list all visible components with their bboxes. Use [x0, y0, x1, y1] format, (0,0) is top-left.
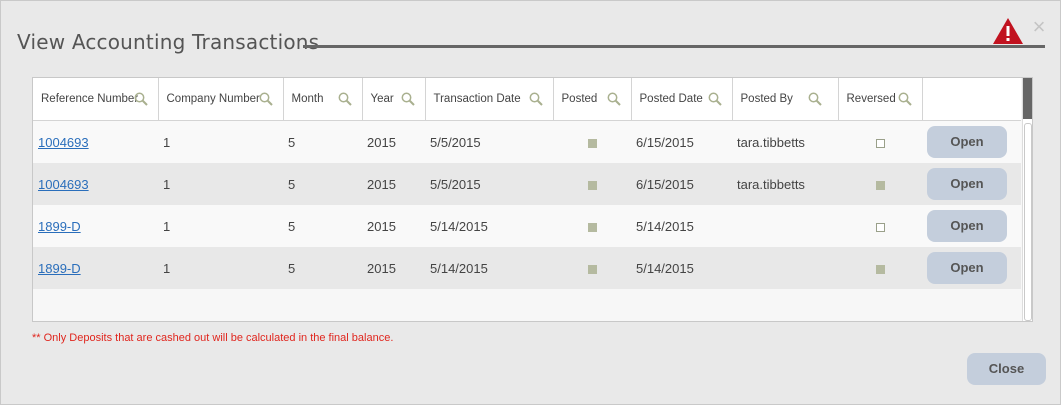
- column-label: Month: [291, 93, 324, 105]
- column-header-reference-number[interactable]: Reference Number: [33, 78, 159, 121]
- open-button[interactable]: Open: [927, 210, 1007, 242]
- reference-number-link[interactable]: 1004693: [38, 135, 89, 150]
- year-cell: 2015: [362, 205, 425, 247]
- table-row: 1899-D 1 5 2015 5/14/2015 5/14/2015 Open: [33, 205, 1021, 247]
- month-cell: 5: [283, 247, 362, 289]
- column-header-actions: [922, 78, 1021, 121]
- transactions-grid: Reference Number Company Number Month Ye…: [32, 77, 1033, 322]
- transactions-table: Reference Number Company Number Month Ye…: [33, 78, 1021, 289]
- warning-triangle-icon[interactable]: [992, 17, 1024, 45]
- company-number-cell: 1: [158, 120, 283, 163]
- reference-number-link[interactable]: 1004693: [38, 177, 89, 192]
- header-row: Reference Number Company Number Month Ye…: [33, 78, 1021, 121]
- search-icon[interactable]: [134, 92, 148, 106]
- month-cell: 5: [283, 205, 362, 247]
- posted-by-cell: tara.tibbetts: [732, 120, 838, 163]
- column-label: Reference Number: [41, 93, 139, 105]
- scrollbar-header-block: [1023, 78, 1032, 119]
- reversed-checkbox: [875, 138, 885, 148]
- dialog-title: View Accounting Transactions: [17, 30, 320, 54]
- balance-note: ** Only Deposits that are cashed out wil…: [32, 332, 394, 344]
- posted-checkbox: [587, 264, 597, 274]
- reversed-checkbox: [875, 180, 885, 190]
- table-row: 1004693 1 5 2015 5/5/2015 6/15/2015 tara…: [33, 120, 1021, 163]
- transaction-date-cell: 5/5/2015: [425, 163, 553, 205]
- company-number-cell: 1: [158, 163, 283, 205]
- search-icon[interactable]: [259, 92, 273, 106]
- reference-number-link[interactable]: 1899-D: [38, 261, 81, 276]
- posted-date-cell: 6/15/2015: [631, 120, 732, 163]
- column-label: Reversed: [846, 93, 896, 105]
- column-header-year[interactable]: Year: [362, 78, 426, 121]
- vertical-scrollbar[interactable]: [1022, 78, 1032, 321]
- posted-checkbox: [587, 138, 597, 148]
- month-cell: 5: [283, 163, 362, 205]
- search-icon[interactable]: [401, 92, 415, 106]
- transaction-date-cell: 5/14/2015: [425, 205, 553, 247]
- table-row: 1004693 1 5 2015 5/5/2015 6/15/2015 tara…: [33, 163, 1021, 205]
- posted-by-cell: tara.tibbetts: [732, 163, 838, 205]
- year-cell: 2015: [362, 163, 425, 205]
- company-number-cell: 1: [158, 247, 283, 289]
- accounting-transactions-dialog: View Accounting Transactions × Reference…: [0, 0, 1061, 405]
- posted-checkbox: [587, 180, 597, 190]
- column-header-reversed[interactable]: Reversed: [838, 78, 923, 121]
- open-button[interactable]: Open: [927, 252, 1007, 284]
- search-icon[interactable]: [808, 92, 822, 106]
- search-icon[interactable]: [607, 92, 621, 106]
- close-icon[interactable]: ×: [1029, 16, 1049, 38]
- year-cell: 2015: [362, 120, 425, 163]
- reversed-checkbox: [875, 222, 885, 232]
- column-header-transaction-date[interactable]: Transaction Date: [425, 78, 554, 121]
- posted-date-cell: 6/15/2015: [631, 163, 732, 205]
- posted-date-cell: 5/14/2015: [631, 205, 732, 247]
- column-header-company-number[interactable]: Company Number: [158, 78, 284, 121]
- reversed-checkbox: [875, 264, 885, 274]
- column-label: Posted By: [740, 93, 793, 105]
- scrollbar-track[interactable]: [1024, 123, 1032, 321]
- transaction-date-cell: 5/14/2015: [425, 247, 553, 289]
- open-button[interactable]: Open: [927, 126, 1007, 158]
- posted-by-cell: [732, 205, 838, 247]
- search-icon[interactable]: [898, 92, 912, 106]
- column-label: Company Number: [166, 93, 260, 105]
- column-header-posted-date[interactable]: Posted Date: [631, 78, 733, 121]
- open-button[interactable]: Open: [927, 168, 1007, 200]
- column-header-posted[interactable]: Posted: [553, 78, 632, 121]
- posted-checkbox: [587, 222, 597, 232]
- search-icon[interactable]: [708, 92, 722, 106]
- column-label: Transaction Date: [433, 93, 521, 105]
- title-divider: [303, 45, 1045, 48]
- month-cell: 5: [283, 120, 362, 163]
- search-icon[interactable]: [338, 92, 352, 106]
- column-header-month[interactable]: Month: [283, 78, 363, 121]
- reference-number-link[interactable]: 1899-D: [38, 219, 81, 234]
- posted-by-cell: [732, 247, 838, 289]
- search-icon[interactable]: [529, 92, 543, 106]
- posted-date-cell: 5/14/2015: [631, 247, 732, 289]
- year-cell: 2015: [362, 247, 425, 289]
- transaction-date-cell: 5/5/2015: [425, 120, 553, 163]
- close-button[interactable]: Close: [967, 353, 1046, 385]
- table-row: 1899-D 1 5 2015 5/14/2015 5/14/2015 Open: [33, 247, 1021, 289]
- column-label: Posted: [561, 93, 598, 105]
- column-label: Year: [370, 93, 394, 105]
- company-number-cell: 1: [158, 205, 283, 247]
- column-label: Posted Date: [639, 93, 703, 105]
- column-header-posted-by[interactable]: Posted By: [732, 78, 839, 121]
